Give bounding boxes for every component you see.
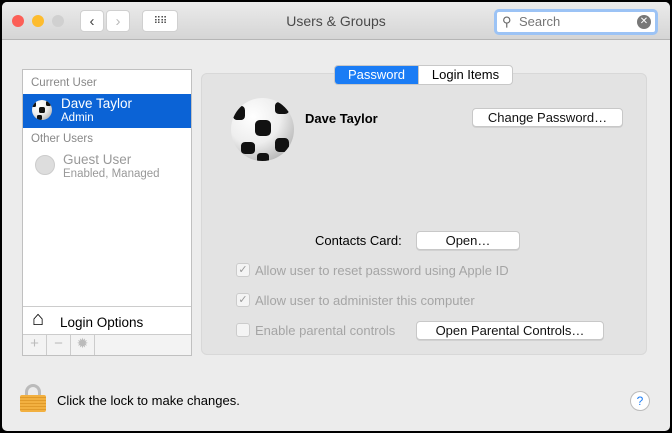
open-contacts-button[interactable]: Open… [416,231,520,250]
change-password-button[interactable]: Change Password… [472,108,623,127]
reset-password-checkbox[interactable]: ✓ [236,263,250,277]
open-parental-controls-button[interactable]: Open Parental Controls… [416,321,604,340]
clear-search-icon[interactable]: ✕ [637,15,651,29]
house-icon: ⌂ [32,308,45,330]
other-users-header: Other Users [31,133,93,145]
users-groups-window: ‹ › ⠿⠿ Users & Groups ⚲ ✕ Current User D… [2,2,670,431]
search-input[interactable] [517,13,632,30]
search-field[interactable]: ⚲ ✕ [494,9,658,35]
guest-status: Enabled, Managed [63,168,160,180]
guest-avatar-icon [35,155,55,175]
gear-icon[interactable]: ✹ [71,335,95,355]
list-toolbar: + − ✹ [23,334,191,355]
login-options-label: Login Options [60,315,144,330]
soccer-ball-avatar [32,100,52,120]
current-user-header: Current User [31,77,97,89]
title-bar: ‹ › ⠿⠿ Users & Groups ⚲ ✕ [2,2,670,40]
administer-label: Allow user to administer this computer [255,293,475,308]
lock-message: Click the lock to make changes. [57,393,240,408]
add-user-button[interactable]: + [23,335,47,355]
remove-user-button[interactable]: − [47,335,71,355]
user-role: Admin [61,112,94,124]
guest-name: Guest User [63,152,132,167]
user-name: Dave Taylor [61,96,133,111]
login-options-item[interactable]: ⌂ Login Options [23,306,191,334]
contacts-card-label: Contacts Card: [315,233,402,248]
tab-password[interactable]: Password [335,66,418,84]
tab-login-items[interactable]: Login Items [418,66,512,84]
search-icon: ⚲ [502,14,512,29]
detail-user-name: Dave Taylor [305,111,378,126]
parental-controls-label: Enable parental controls [255,323,396,338]
user-picture[interactable] [231,98,294,161]
user-item-guest[interactable]: Guest User Enabled, Managed [23,150,191,184]
user-list: Current User Dave Taylor Admin Other Use… [22,69,192,356]
tab-bar: Password Login Items [334,65,513,85]
help-button[interactable]: ? [630,391,650,411]
user-item-dave-taylor[interactable]: Dave Taylor Admin [23,94,191,128]
lock-icon[interactable] [20,384,46,412]
reset-password-label: Allow user to reset password using Apple… [255,263,509,278]
administer-checkbox[interactable]: ✓ [236,293,250,307]
parental-controls-checkbox[interactable] [236,323,250,337]
